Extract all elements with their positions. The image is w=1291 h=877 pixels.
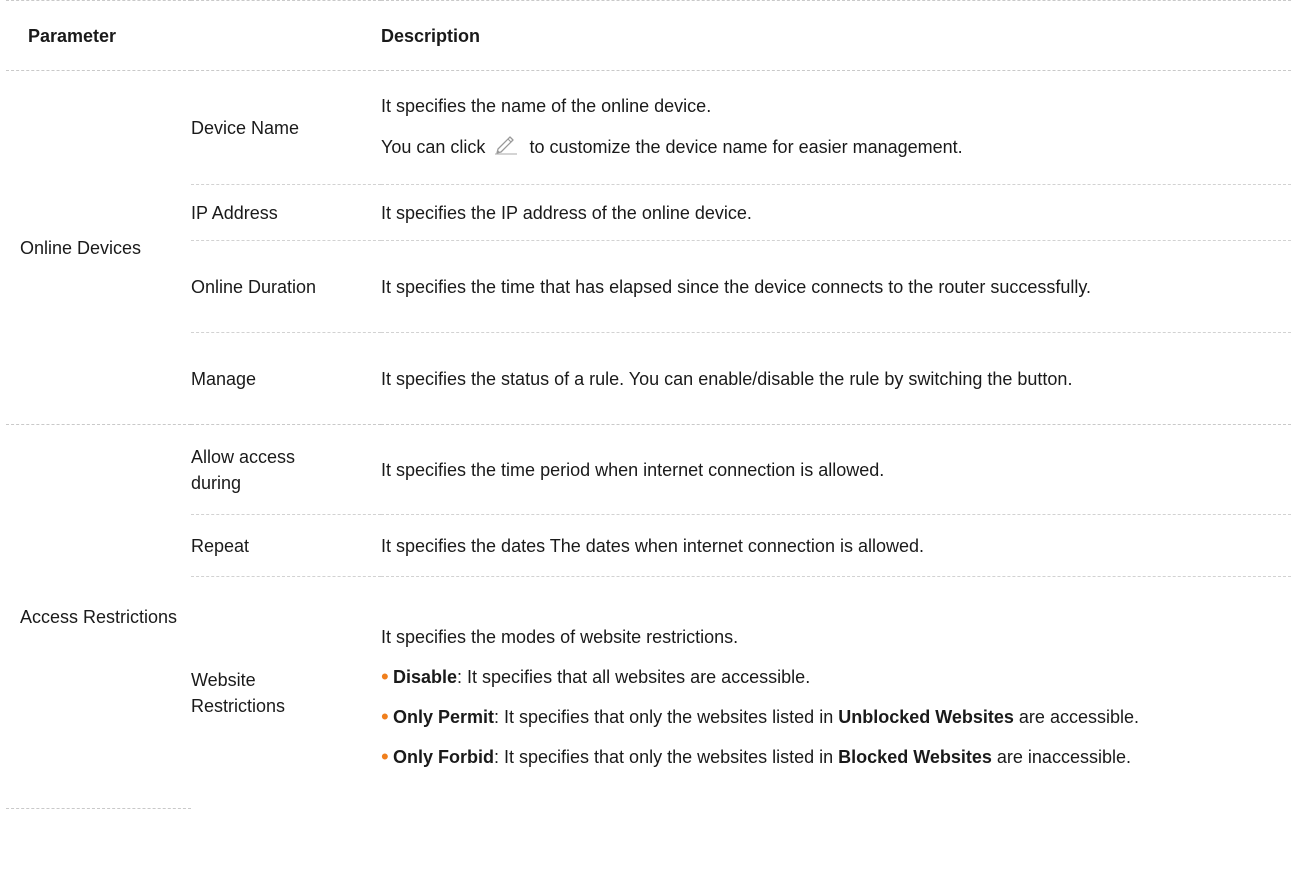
desc-repeat: It specifies the dates The dates when in… <box>381 514 1291 577</box>
param-ip-address: IP Address <box>191 184 381 241</box>
desc-website-restrictions: It specifies the modes of website restri… <box>381 577 1291 809</box>
list-item: • Only Permit: It specifies that only th… <box>381 704 1279 730</box>
pencil-edit-icon <box>492 133 518 162</box>
group-label-online-devices: Online Devices <box>6 70 191 425</box>
term-only-forbid: Only Forbid <box>393 746 494 767</box>
header-parameter: Parameter <box>6 0 381 71</box>
table-row: Website Restrictions It specifies the mo… <box>6 577 1291 809</box>
desc-ip-address: It specifies the IP address of the onlin… <box>381 184 1291 241</box>
desc-online-duration: It specifies the time that has elapsed s… <box>381 240 1291 333</box>
param-website-restrictions: Website Restrictions <box>191 669 286 716</box>
param-allow-access-during: Allow access during <box>191 424 381 515</box>
desc-manage: It specifies the status of a rule. You c… <box>381 332 1291 425</box>
bullet-text: Disable: It specifies that all websites … <box>393 664 810 690</box>
desc-line: It specifies the modes of website restri… <box>381 626 739 647</box>
desc-allow-access-during: It specifies the time period when intern… <box>381 424 1291 515</box>
bullet-dot-icon: • <box>381 743 389 769</box>
ref-unblocked-websites: Unblocked Websites <box>838 706 1014 727</box>
table-row: Online Devices Device Name It specifies … <box>6 70 1291 425</box>
parameter-table: Parameter Description Online Devices Dev… <box>6 0 1291 809</box>
table-header-row: Parameter Description <box>6 0 1291 71</box>
table-row: Repeat It specifies the dates The dates … <box>6 514 1291 577</box>
term-text: are inaccessible. <box>991 746 1131 767</box>
desc-text: You can click <box>381 137 486 157</box>
term-disable: Disable <box>393 666 458 687</box>
desc-line: You can click to customize the device na… <box>381 133 1279 162</box>
term-only-permit: Only Permit <box>393 706 495 727</box>
desc-line: It specifies the name of the online devi… <box>381 96 712 116</box>
table-row: Online Duration It specifies the time th… <box>6 240 1291 333</box>
param-manage: Manage <box>191 332 381 425</box>
desc-device-name: It specifies the name of the online devi… <box>381 70 1291 185</box>
param-repeat: Repeat <box>191 514 381 577</box>
term-text: : It specifies that only the websites li… <box>494 746 839 767</box>
ref-blocked-websites: Blocked Websites <box>838 746 992 767</box>
table-row: IP Address It specifies the IP address o… <box>6 184 1291 241</box>
list-item: • Only Forbid: It specifies that only th… <box>381 744 1279 770</box>
bullet-dot-icon: • <box>381 663 389 689</box>
table-row: Access Restrictions Allow access during … <box>6 424 1291 809</box>
bullet-text: Only Permit: It specifies that only the … <box>393 704 1139 730</box>
bullet-dot-icon: • <box>381 703 389 729</box>
term-text: are accessible. <box>1013 706 1139 727</box>
term-text: : It specifies that all websites are acc… <box>457 666 811 687</box>
group-label-access-restrictions: Access Restrictions <box>6 424 191 809</box>
desc-text: to customize the device name for easier … <box>529 137 963 157</box>
bullet-text: Only Forbid: It specifies that only the … <box>393 744 1131 770</box>
param-device-name: Device Name <box>191 70 381 185</box>
term-text: : It specifies that only the websites li… <box>494 706 839 727</box>
header-description: Description <box>381 0 1291 71</box>
table-row: Manage It specifies the status of a rule… <box>6 332 1291 425</box>
param-online-duration: Online Duration <box>191 240 381 333</box>
list-item: • Disable: It specifies that all website… <box>381 664 1279 690</box>
